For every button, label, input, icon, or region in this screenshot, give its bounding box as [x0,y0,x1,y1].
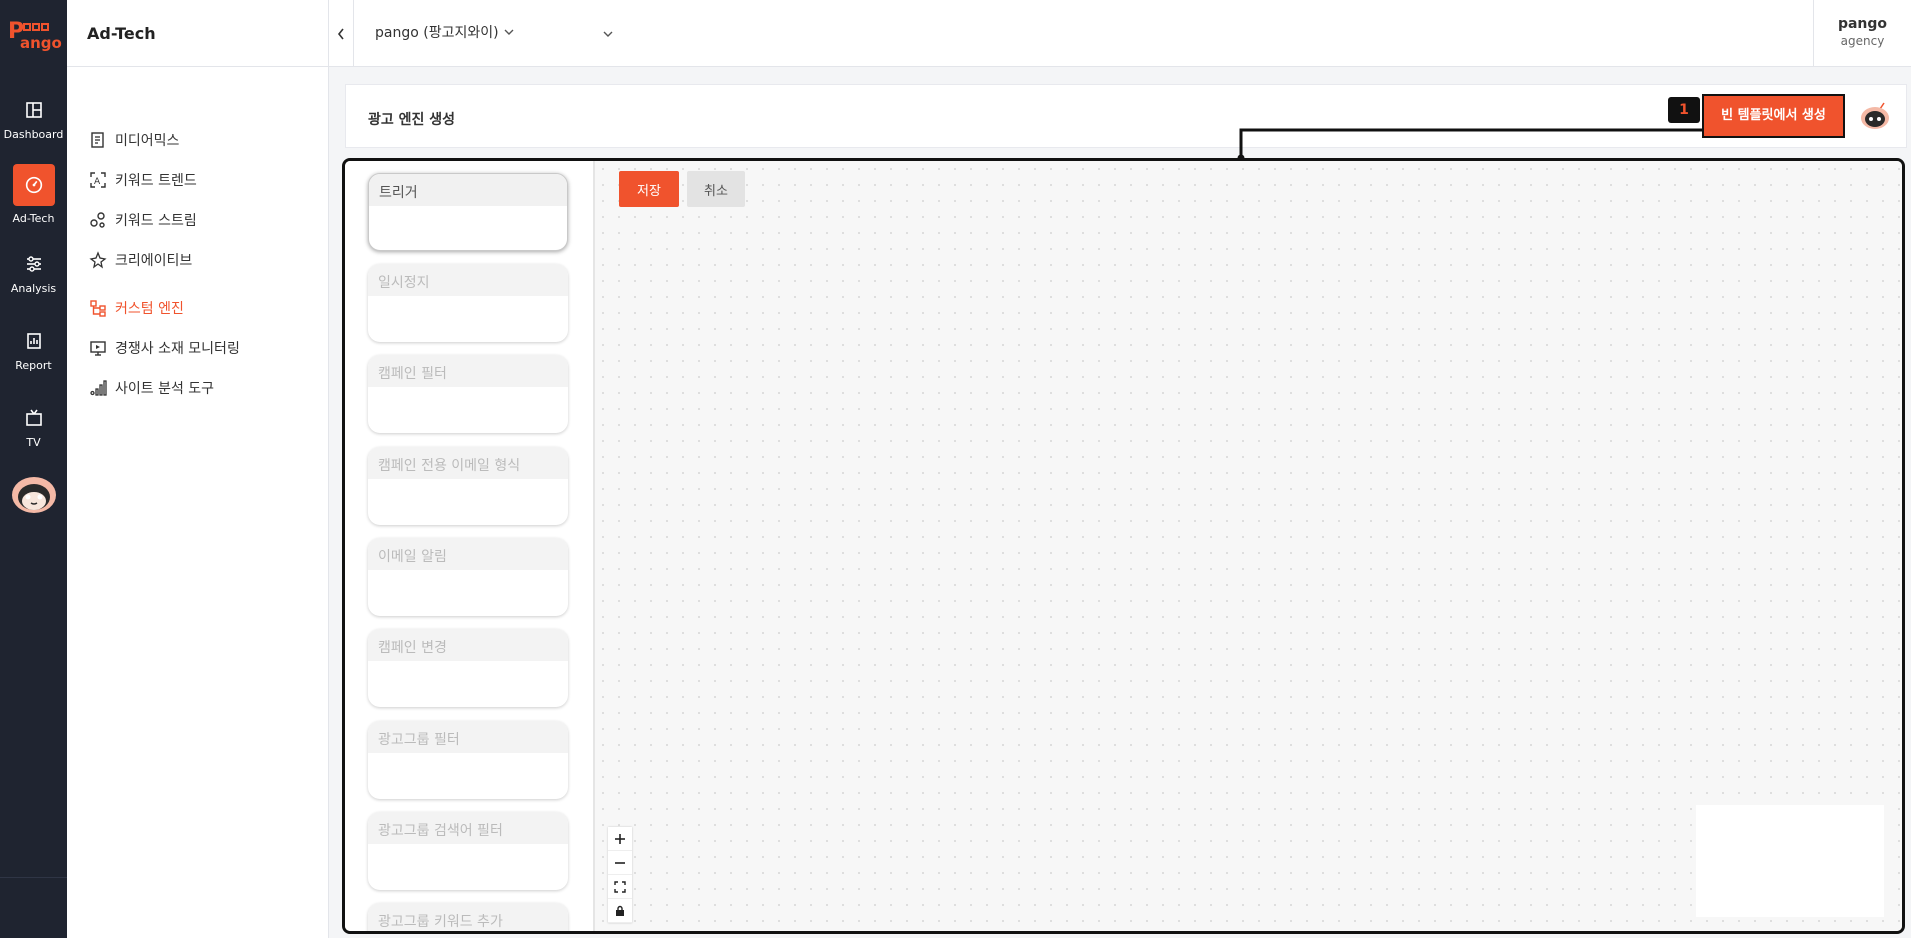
palette-node-adgroup-search-term-filter[interactable]: 광고그룹 검색어 필터 [368,812,568,890]
rail-item-label: Dashboard [3,128,64,141]
palette-node-pause[interactable]: 일시정지 [368,264,568,342]
sidebar-menu: 미디어믹스 A 키워드 트렌드 키워드 스트림 크리에이티브 커스텀 엔진 경쟁… [89,120,240,408]
main-rail: P ango Dashboard Ad-Tech Analysis Report [0,0,67,938]
sidebar-item-label: 경쟁사 소재 모니터링 [115,341,240,357]
sidebar-item-creative[interactable]: 크리에이티브 [89,240,240,280]
node-palette: 트리거 일시정지 캠페인 필터 캠페인 전용 이메일 형식 이메일 알림 캠페인… [345,161,595,931]
node-title: 캠페인 필터 [368,355,568,387]
sliders-icon [26,256,41,272]
account-select-value: pango (팡고지와이) [375,25,499,41]
pango-logo[interactable]: P ango [6,14,62,54]
fit-view-button[interactable] [608,875,632,899]
canvas-controls [608,827,632,923]
plus-icon [615,833,625,844]
chevron-down-icon [603,31,613,37]
zoom-out-button[interactable] [608,851,632,875]
flow-icon [90,300,106,317]
nodes-icon [90,212,105,228]
palette-node-campaign-email-format[interactable]: 캠페인 전용 이메일 형식 [368,447,568,525]
user-name: pango [1837,16,1888,32]
chevron-down-icon [504,29,514,35]
app-root: P ango Dashboard Ad-Tech Analysis Report [0,0,1911,938]
rail-item-label: Ad-Tech [12,212,55,225]
engine-editor: 트리거 일시정지 캠페인 필터 캠페인 전용 이메일 형식 이메일 알림 캠페인… [342,158,1905,934]
user-menu[interactable]: pango agency [1813,0,1911,67]
top-bar: pango (팡고지와이) pango agency [329,0,1911,67]
rail-item-analysis[interactable]: Analysis [0,252,67,295]
zoom-in-button[interactable] [608,827,632,851]
palette-node-trigger[interactable]: 트리거 [368,173,568,251]
robot-assistant-icon[interactable] [1858,101,1892,131]
rail-item-label: TV [26,436,41,449]
rail-divider [0,877,67,878]
monitor-icon [90,341,106,356]
sidebar-item-label: 미디어믹스 [115,133,180,149]
fit-view-icon [614,880,626,893]
sidebar-item-media-mix[interactable]: 미디어믹스 [89,120,240,160]
page-title: 광고 엔진 생성 [368,112,456,128]
sidebar-item-competitor-monitoring[interactable]: 경쟁사 소재 모니터링 [89,328,240,368]
bar-chart-icon [90,380,107,396]
node-title: 광고그룹 키워드 추가 [368,903,568,931]
sidebar-item-label: 크리에이티브 [115,253,193,269]
sidebar-item-keyword-trend[interactable]: A 키워드 트렌드 [89,160,240,200]
collapse-sidebar-button[interactable] [329,0,354,67]
node-title: 일시정지 [368,264,568,296]
rail-active-box [12,164,55,206]
svg-text:A: A [94,177,101,187]
sidebar-item-label: 키워드 스트림 [115,213,197,229]
chevron-left-icon [337,28,344,39]
minimap[interactable] [1696,805,1884,917]
document-icon [91,132,104,148]
gauge-icon [25,176,42,194]
sidebar-item-custom-engine[interactable]: 커스텀 엔진 [89,288,240,328]
node-title: 캠페인 변경 [368,629,568,661]
sidebar-item-label: 키워드 트렌드 [115,173,197,189]
svg-text:ango: ango [20,34,62,52]
save-button[interactable]: 저장 [619,171,679,207]
secondary-sidebar: Ad-Tech 미디어믹스 A 키워드 트렌드 키워드 스트림 크리에이티브 커… [67,0,329,938]
lock-button[interactable] [608,899,632,923]
report-icon [26,333,41,349]
cancel-button[interactable]: 취소 [687,171,745,207]
node-title: 광고그룹 검색어 필터 [368,812,568,844]
scan-text-icon: A [90,172,106,188]
rail-item-tv[interactable]: TV [0,406,67,449]
palette-node-email-alert[interactable]: 이메일 알림 [368,538,568,616]
annotation-connector [1237,128,1703,162]
rail-item-ad-tech[interactable]: Ad-Tech [0,164,67,225]
create-from-blank-template-button[interactable]: 빈 템플릿에서 생성 [1702,94,1845,138]
tv-icon [25,409,42,426]
palette-node-adgroup-add-keyword[interactable]: 광고그룹 키워드 추가 [368,903,568,931]
node-title: 캠페인 전용 이메일 형식 [368,447,568,479]
step-badge: 1 [1668,97,1700,123]
node-title: 이메일 알림 [368,538,568,570]
rail-item-label: Analysis [10,282,57,295]
node-title: 트리거 [369,174,567,206]
sparkle-icon [89,251,107,269]
palette-node-adgroup-filter[interactable]: 광고그룹 필터 [368,721,568,799]
rail-item-report[interactable]: Report [0,329,67,372]
sidebar-item-label: 커스텀 엔진 [115,301,184,317]
palette-node-campaign-filter[interactable]: 캠페인 필터 [368,355,568,433]
minus-icon [615,861,625,864]
sidebar-title: Ad-Tech [67,0,328,67]
flow-canvas[interactable]: 저장 취소 [595,161,1902,931]
dashboard-icon [25,102,42,118]
rail-item-dashboard[interactable]: Dashboard [0,98,67,141]
secondary-select[interactable] [602,24,614,43]
rail-item-label: Report [15,359,52,372]
sidebar-item-keyword-stream[interactable]: 키워드 스트림 [89,200,240,240]
account-select[interactable]: pango (팡고지와이) [375,22,515,42]
palette-node-campaign-change[interactable]: 캠페인 변경 [368,629,568,707]
sidebar-item-label: 사이트 분석 도구 [115,381,215,397]
sidebar-item-site-analysis[interactable]: 사이트 분석 도구 [89,368,240,408]
lock-icon [616,905,624,916]
user-role: agency [1840,34,1885,48]
mascot-avatar-icon[interactable] [10,474,58,514]
node-title: 광고그룹 필터 [368,721,568,753]
